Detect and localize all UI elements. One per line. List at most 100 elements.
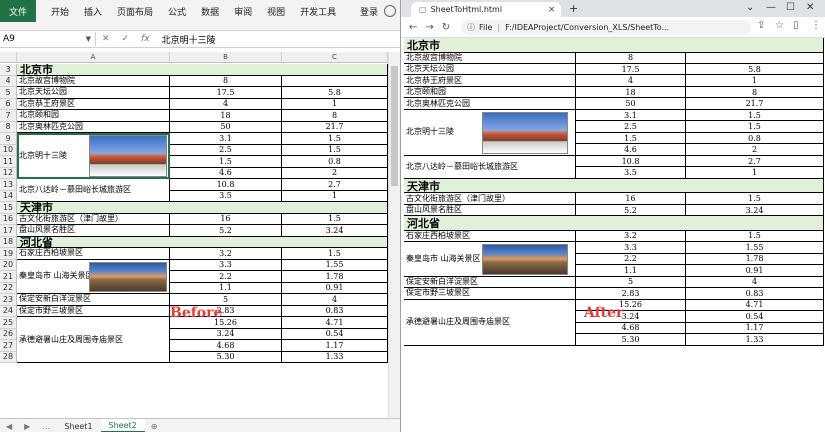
value-b-cell[interactable]: 3.3 [170,259,282,271]
ribbon-tab-home[interactable]: 开始 [51,5,69,18]
row-header[interactable]: 11 [0,156,17,168]
value-b-cell[interactable]: 3.2 [170,248,282,260]
place-name-cell[interactable]: 古文化街旅游区（津门故里） [17,213,170,225]
row-header[interactable]: 10 [0,144,17,156]
row-header[interactable]: 21 [0,271,17,283]
row-header[interactable]: 18 [0,236,17,248]
place-name-cell[interactable]: 保定安新白洋淀景区 [17,294,170,306]
close-tab-icon[interactable]: ✕ [548,5,555,14]
close-window-icon[interactable]: ✕ [806,2,814,13]
info-icon[interactable]: ⓘ [467,22,475,33]
column-header-c[interactable]: C [282,52,388,63]
address-bar[interactable]: ⓘ File | F:/IDEAProject/Conversion_XLS/S… [461,20,751,35]
chevron-down-icon[interactable]: ▼ [86,35,91,43]
row-header[interactable]: 16 [0,213,17,225]
vertical-scrollbar[interactable] [388,52,400,418]
value-c-cell[interactable]: 1.55 [282,259,388,271]
place-name-cell[interactable]: 北京颐和园 [17,110,170,122]
row-header[interactable]: 5 [0,87,17,99]
add-sheet-icon[interactable]: ⊕ [151,422,158,431]
value-c-cell[interactable]: 0.91 [282,282,388,294]
back-icon[interactable]: ← [409,22,417,33]
login-link[interactable]: 登录 [360,5,378,18]
value-b-cell[interactable]: 3.5 [170,190,282,202]
value-c-cell[interactable]: 2 [282,167,388,179]
maximize-icon[interactable]: ☐ [786,2,795,13]
row-header[interactable]: 6 [0,98,17,110]
row-header[interactable]: 3 [0,64,17,76]
value-c-cell[interactable]: 0.83 [282,305,388,317]
forward-icon[interactable]: → [425,22,433,33]
value-b-cell[interactable]: 4.68 [170,340,282,352]
cancel-icon[interactable]: ✕ [102,34,110,44]
select-all-corner[interactable] [0,52,17,63]
row-header[interactable]: 12 [0,167,17,179]
row-header[interactable]: 19 [0,248,17,260]
value-b-cell[interactable]: 5 [170,294,282,306]
ribbon-tab-data[interactable]: 数据 [201,5,219,18]
enter-icon[interactable]: ✓ [122,34,130,44]
next-sheet-icon[interactable]: ▶ [24,422,30,431]
value-c-cell[interactable]: 0.54 [282,328,388,340]
place-name-cell[interactable]: 北京八达岭－慕田峪长城旅游区 [17,179,170,202]
value-b-cell[interactable]: 8 [170,75,282,87]
place-name-cell[interactable]: 北京故宫博物院 [17,75,170,87]
value-b-cell[interactable]: 17.5 [170,87,282,99]
more-sheets-icon[interactable]: … [42,422,50,431]
side-panel-icon[interactable]: ▯ [793,20,799,31]
row-header[interactable]: 25 [0,317,17,329]
value-c-cell[interactable]: 21.7 [282,121,388,133]
value-c-cell[interactable]: 1 [282,98,388,110]
row-header[interactable]: 7 [0,110,17,122]
row-header[interactable]: 28 [0,351,17,363]
value-c-cell[interactable]: 0.8 [282,156,388,168]
place-name-cell[interactable]: 承德避暑山庄及周围寺庙景区 [17,317,170,363]
value-c-cell[interactable]: 1 [282,190,388,202]
value-c-cell[interactable]: 1.33 [282,351,388,363]
value-b-cell[interactable]: 16 [170,213,282,225]
value-b-cell[interactable]: 5.30 [170,351,282,363]
ribbon-tab-developer[interactable]: 开发工具 [300,5,336,18]
value-c-cell[interactable]: 8 [282,110,388,122]
new-tab-icon[interactable]: + [569,2,578,15]
value-b-cell[interactable]: 4 [170,98,282,110]
value-b-cell[interactable]: 3.24 [170,328,282,340]
value-c-cell[interactable]: 5.8 [282,87,388,99]
value-c-cell[interactable]: 1.78 [282,271,388,283]
value-b-cell[interactable]: 5.2 [170,225,282,237]
row-header[interactable]: 14 [0,190,17,202]
place-name-cell[interactable]: 北京恭王府景区 [17,98,170,110]
reload-icon[interactable]: ↻ [442,22,450,33]
place-name-cell[interactable]: 北京天坛公园 [17,87,170,99]
row-header[interactable]: 4 [0,75,17,87]
place-name-cell[interactable]: 石家庄西柏坡景区 [17,248,170,260]
value-b-cell[interactable]: 50 [170,121,282,133]
bookmark-star-icon[interactable]: ☆ [775,20,784,31]
sheet-tab-sheet1[interactable]: Sheet1 [56,419,100,432]
row-header[interactable]: 27 [0,340,17,352]
value-b-cell[interactable]: 1.1 [170,282,282,294]
column-header-a[interactable]: A [17,52,170,63]
user-icon[interactable] [384,5,396,17]
row-header[interactable]: 23 [0,294,17,306]
scrollbar-thumb[interactable] [391,66,398,186]
value-c-cell[interactable]: 1.5 [282,248,388,260]
row-header[interactable]: 13 [0,179,17,191]
row-header[interactable]: 8 [0,121,17,133]
row-header[interactable]: 17 [0,225,17,237]
menu-icon[interactable]: ⋮ [811,20,821,31]
row-header[interactable]: 24 [0,305,17,317]
value-c-cell[interactable]: 1.5 [282,144,388,156]
ribbon-tab-insert[interactable]: 插入 [84,5,102,18]
value-b-cell[interactable]: 2.5 [170,144,282,156]
value-c-cell[interactable]: 2.7 [282,179,388,191]
value-b-cell[interactable]: 4.6 [170,167,282,179]
minimize-icon[interactable]: — [766,2,776,13]
ribbon-tab-review[interactable]: 审阅 [234,5,252,18]
value-c-cell[interactable]: 1.5 [282,133,388,145]
ribbon-tab-page-layout[interactable]: 页面布局 [117,5,153,18]
sheet-tab-sheet2[interactable]: Sheet2 [100,419,145,432]
value-b-cell[interactable]: 18 [170,110,282,122]
share-icon[interactable]: ⇪ [757,20,765,31]
value-c-cell[interactable]: 4 [282,294,388,306]
